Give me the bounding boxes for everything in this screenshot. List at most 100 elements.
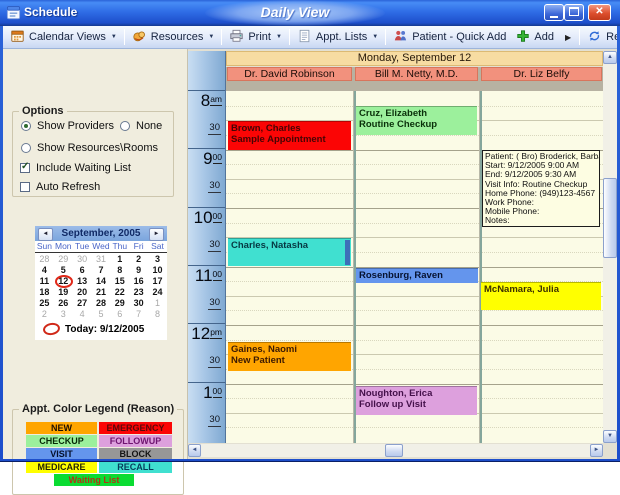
show-resources-option[interactable]: Show Resources\Rooms	[21, 142, 158, 154]
appointment-resize-handle[interactable]	[345, 240, 350, 265]
weekday-label: Sat	[148, 241, 167, 252]
scroll-down-button[interactable]: ▼	[603, 430, 617, 443]
calendar-day[interactable]: 6	[110, 309, 129, 320]
printer-icon	[229, 29, 244, 46]
calendar-day[interactable]: 18	[35, 287, 54, 298]
calendar-day[interactable]: 19	[54, 287, 73, 298]
vertical-scrollbar-thumb[interactable]	[603, 178, 617, 258]
calendar-day[interactable]: 25	[35, 298, 54, 309]
appt-lists-label: Appt. Lists	[316, 31, 367, 43]
calendar-day[interactable]: 7	[129, 309, 148, 320]
checkbox-auto-refresh[interactable]	[20, 182, 30, 192]
calendar-day[interactable]: 22	[110, 287, 129, 298]
calendar-next-button[interactable]: ►	[149, 228, 164, 241]
calendar-day[interactable]: 2	[129, 254, 148, 265]
chevron-right-icon: ▶	[565, 33, 571, 42]
calendar-views-button[interactable]: Calendar Views▼	[5, 28, 122, 47]
appt-lists-button[interactable]: Appt. Lists▼	[292, 28, 383, 47]
options-groupbox: Options Show Providers None Show Resourc…	[12, 111, 174, 197]
appointment-grid[interactable]: Brown, Charles Sample Appointment Cruz, …	[226, 91, 603, 443]
toolbar-separator	[579, 29, 580, 45]
calendar-day[interactable]: 30	[73, 254, 92, 265]
weekday-label: Wed	[92, 241, 111, 252]
none-option[interactable]: None	[120, 120, 162, 132]
calendar-day[interactable]: 4	[35, 265, 54, 276]
provider-column-header[interactable]: Dr. Liz Belfy	[481, 67, 602, 81]
calendar-day[interactable]: 10	[148, 265, 167, 276]
refresh-button[interactable]: Refresh	[582, 28, 620, 47]
calendar-day[interactable]: 28	[35, 254, 54, 265]
calendar-day[interactable]: 7	[92, 265, 111, 276]
patient-quick-add-button[interactable]: Patient - Quick Add	[388, 28, 511, 47]
appointment-cruz-elizabeth[interactable]: Cruz, Elizabeth Routine Checkup	[356, 106, 477, 135]
show-providers-option[interactable]: Show Providers	[21, 120, 114, 132]
calendar-day[interactable]: 29	[110, 298, 129, 309]
calendar-day[interactable]: 13	[73, 276, 92, 287]
close-button[interactable]: ✕	[588, 4, 611, 21]
checkbox-include-waiting[interactable]	[20, 163, 30, 173]
calendar-day[interactable]: 24	[148, 287, 167, 298]
calendar-day[interactable]: 3	[148, 254, 167, 265]
grid-line	[226, 384, 603, 385]
calendar-weekday-row: Sun Mon Tue Wed Thu Fri Sat	[35, 241, 167, 253]
provider-column-header[interactable]: Dr. David Robinson	[227, 67, 352, 81]
calendar-day[interactable]: 4	[73, 309, 92, 320]
calendar-day[interactable]: 8	[148, 309, 167, 320]
add-expander-button[interactable]: ▶	[559, 28, 577, 47]
calendar-prev-button[interactable]: ◄	[38, 228, 53, 241]
calendar-day[interactable]: 6	[73, 265, 92, 276]
calendar-day[interactable]: 26	[54, 298, 73, 309]
today-label: Today: 9/12/2005	[65, 324, 144, 335]
calendar-day[interactable]: 28	[92, 298, 111, 309]
calendar-day[interactable]: 27	[73, 298, 92, 309]
show-resources-label: Show Resources\Rooms	[37, 142, 158, 154]
calendar-day[interactable]: 20	[73, 287, 92, 298]
scroll-left-button[interactable]: ◄	[188, 444, 201, 457]
calendar-day[interactable]: 15	[110, 276, 129, 287]
appointment-mcnamara-julia[interactable]: McNamara, Julia	[481, 282, 601, 310]
maximize-button[interactable]	[564, 4, 584, 21]
calendar-day[interactable]: 21	[92, 287, 111, 298]
provider-column-header[interactable]: Bill M. Netty, M.D.	[355, 67, 478, 81]
calendar-day[interactable]: 14	[92, 276, 111, 287]
appointment-rosenburg-raven[interactable]: Rosenburg, Raven	[356, 268, 478, 283]
scroll-up-button[interactable]: ▲	[603, 51, 617, 64]
scroll-right-button[interactable]: ►	[590, 444, 603, 457]
calendar-day[interactable]: 8	[110, 265, 129, 276]
calendar-day[interactable]: 17	[148, 276, 167, 287]
appointment-charles-natasha[interactable]: Charles, Natasha	[228, 238, 351, 266]
include-waiting-option[interactable]: Include Waiting List	[20, 162, 131, 174]
calendar-day[interactable]: 30	[129, 298, 148, 309]
radio-show-resources[interactable]	[21, 143, 31, 153]
radio-none[interactable]	[120, 121, 130, 131]
add-button[interactable]: Add	[511, 28, 559, 47]
calendar-day[interactable]: 3	[54, 309, 73, 320]
calendar-day[interactable]: 2	[35, 309, 54, 320]
calendar-day[interactable]: 23	[129, 287, 148, 298]
grid-line	[226, 325, 603, 326]
calendar-day[interactable]: 1	[110, 254, 129, 265]
appointment-gaines-naomi[interactable]: Gaines, Naomi New Patient	[228, 342, 351, 371]
calendar-day[interactable]: 9	[129, 265, 148, 276]
provider-header-row: Dr. David Robinson Bill M. Netty, M.D. D…	[226, 67, 603, 91]
appointment-noughton-erica[interactable]: Noughton, Erica Follow up Visit	[356, 386, 477, 415]
legend-checkup: CHECKUP	[26, 435, 97, 447]
auto-refresh-option[interactable]: Auto Refresh	[20, 181, 100, 193]
window-border	[0, 26, 3, 462]
calendar-day[interactable]: 29	[54, 254, 73, 265]
calendar-day[interactable]: 1	[148, 298, 167, 309]
calendar-day[interactable]: 5	[92, 309, 111, 320]
print-button[interactable]: Print▼	[224, 28, 287, 47]
horizontal-scrollbar-thumb[interactable]	[385, 444, 403, 457]
minimize-button[interactable]	[544, 4, 564, 21]
calendar-day[interactable]: 11	[35, 276, 54, 287]
calendar-day[interactable]: 16	[129, 276, 148, 287]
chevron-down-icon: ▼	[208, 34, 214, 40]
time-row-8am: 8am 30	[188, 90, 225, 148]
calendar-today-row[interactable]: Today: 9/12/2005	[35, 320, 167, 335]
radio-show-providers[interactable]	[21, 121, 31, 131]
resources-button[interactable]: Resources▼	[127, 28, 220, 47]
calendar-day[interactable]: 31	[92, 254, 111, 265]
appointment-brown-charles[interactable]: Brown, Charles Sample Appointment	[228, 121, 351, 150]
calendar-day-selected[interactable]: 12	[54, 276, 73, 287]
